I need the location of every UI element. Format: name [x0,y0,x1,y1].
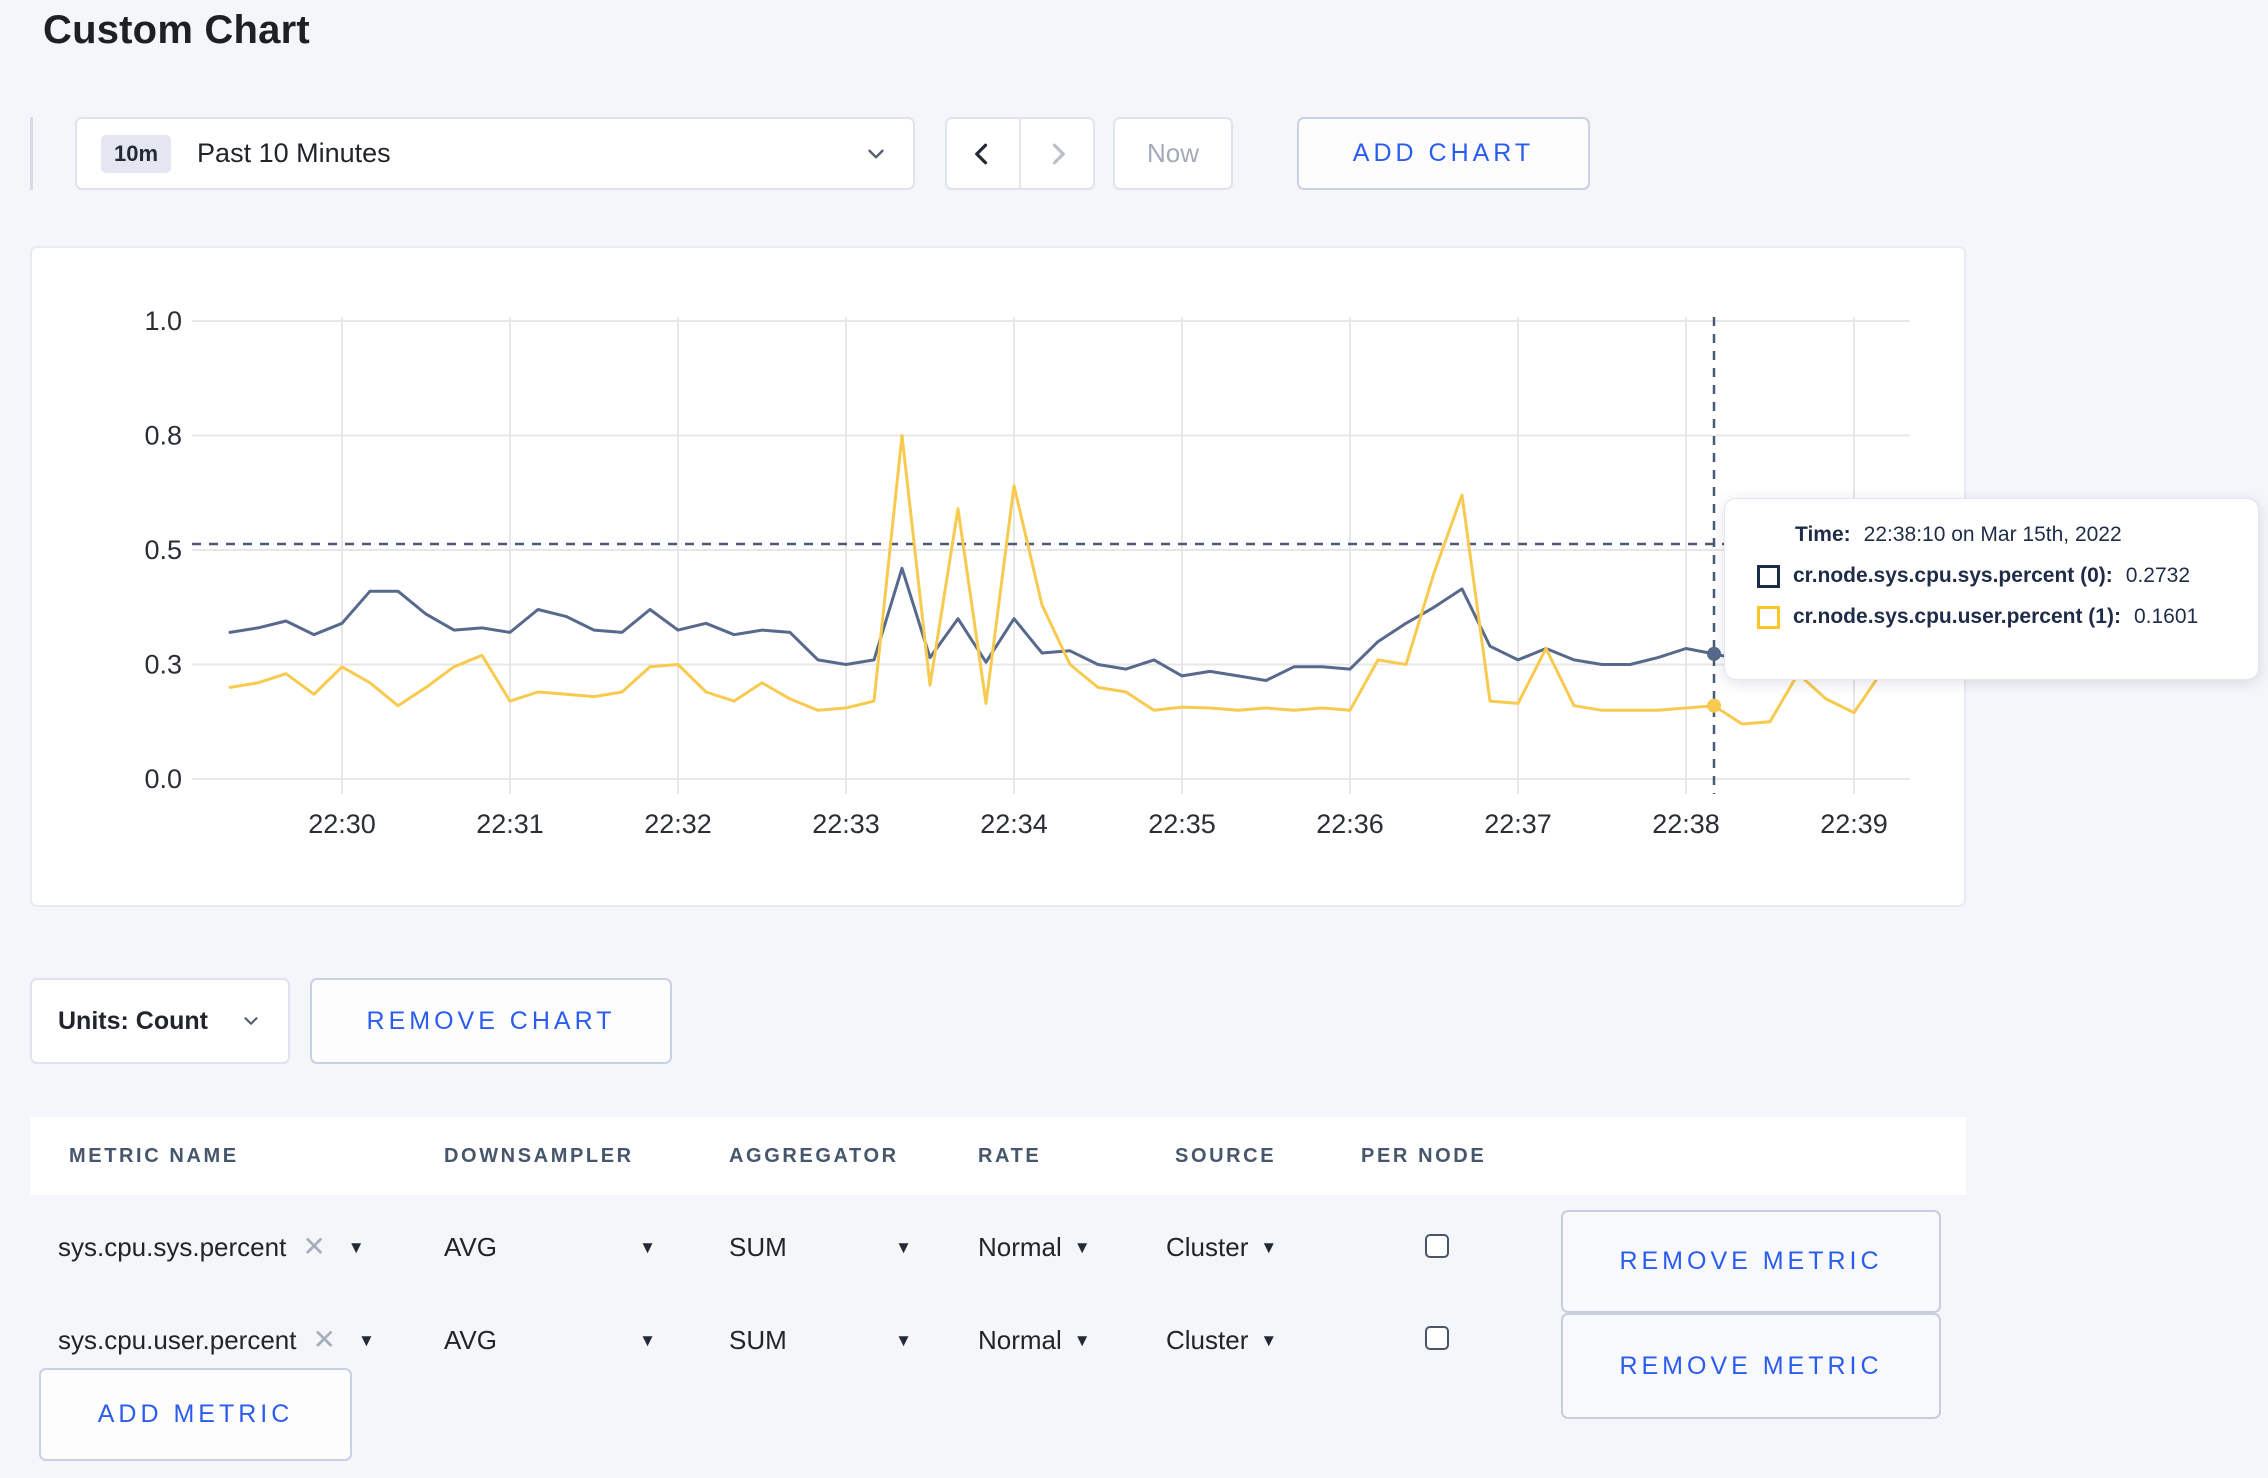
per-node-checkbox[interactable] [1425,1326,1449,1350]
col-header-aggregator: AGGREGATOR [729,1144,899,1167]
x-tick-label: 22:34 [980,809,1048,839]
aggregator-select[interactable]: SUM ▼ [729,1227,912,1267]
col-header-downsampler: DOWNSAMPLER [444,1144,634,1167]
now-button[interactable]: Now [1113,117,1233,190]
user-percent-line-series [228,434,1884,726]
caret-down-icon: ▼ [357,1330,375,1350]
rate-select[interactable]: Normal ▼ [978,1320,1091,1360]
add-chart-button[interactable]: ADD CHART [1297,117,1590,190]
downsampler-select[interactable]: AVG ▼ [444,1320,656,1360]
metric-name-select[interactable]: sys.cpu.user.percent ✕ ▼ [58,1320,375,1360]
metrics-table-header: METRIC NAME DOWNSAMPLER AGGREGATOR RATE … [30,1117,1966,1195]
chevron-down-icon [240,1010,262,1032]
tooltip-time-label: Time: [1795,523,1851,546]
caret-down-icon: ▼ [639,1330,656,1350]
tooltip-series-value: 0.1601 [2133,605,2199,628]
tooltip-series-label: cr.node.sys.cpu.sys.percent (0): [1793,564,2113,587]
rate-value: Normal [978,1231,1062,1262]
time-range-label: Past 10 Minutes [197,138,391,168]
sys-series-hover-dot [1707,646,1721,661]
y-tick-label: 0.5 [144,535,182,565]
close-icon[interactable]: ✕ [302,1233,325,1261]
sys-series-swatch-icon [1757,564,1780,588]
time-range-badge: 10m [101,134,172,173]
metrics-line-chart[interactable]: 0.0 0.3 0.5 0.8 1.0 22:30 22:31 22:32 22:33 22:34… [32,248,1964,905]
user-series-swatch-icon [1757,605,1780,629]
units-dropdown[interactable]: Units: Count [30,978,290,1064]
source-value: Cluster [1166,1324,1249,1355]
source-value: Cluster [1166,1231,1249,1262]
chevron-down-icon [863,141,889,167]
add-metric-button[interactable]: ADD METRIC [39,1368,352,1461]
caret-down-icon: ▼ [895,1330,912,1350]
tooltip-time-value: 22:38:10 on Mar 15th, 2022 [1863,523,2122,546]
metric-name-value: sys.cpu.user.percent [58,1324,297,1355]
aggregator-value: SUM [729,1231,787,1262]
x-tick-label: 22:35 [1148,809,1216,839]
metric-name-select[interactable]: sys.cpu.sys.percent ✕ ▼ [58,1227,365,1267]
per-node-checkbox[interactable] [1425,1234,1449,1258]
x-tick-label: 22:32 [644,809,712,839]
caret-down-icon: ▼ [1073,1237,1091,1257]
x-tick-label: 22:37 [1484,809,1552,839]
chart-tooltip: Time: 22:38:10 on Mar 15th, 2022 cr.node… [1724,498,2259,680]
x-tick-label: 22:30 [308,809,376,839]
caret-down-icon: ▼ [1260,1330,1278,1350]
x-tick-label: 22:39 [1820,809,1888,839]
units-label: Units: Count [58,1006,208,1035]
remove-metric-button[interactable]: REMOVE METRIC [1561,1313,1941,1419]
custom-chart-page: { "page_title": "Custom Chart", "toolbar… [0,0,2268,1478]
caret-down-icon: ▼ [1260,1237,1278,1257]
rate-select[interactable]: Normal ▼ [978,1227,1091,1267]
y-tick-label: 1.0 [144,306,182,336]
remove-chart-button[interactable]: REMOVE CHART [310,978,672,1064]
toolbar-left-divider [30,117,33,190]
downsampler-value: AVG [444,1231,497,1262]
x-tick-label: 22:38 [1652,809,1720,839]
close-icon[interactable]: ✕ [312,1326,335,1354]
user-series-hover-dot [1707,698,1721,713]
caret-down-icon: ▼ [639,1237,656,1257]
col-header-rate: RATE [978,1144,1042,1167]
time-window-arrows [945,117,1095,190]
time-range-dropdown[interactable]: 10m Past 10 Minutes [75,117,915,190]
y-tick-label: 0.0 [144,764,182,794]
caret-down-icon: ▼ [895,1237,912,1257]
next-time-window-button[interactable] [1021,119,1093,188]
x-tick-label: 22:31 [476,809,544,839]
tooltip-series-label: cr.node.sys.cpu.user.percent (1): [1793,605,2121,628]
source-select[interactable]: Cluster ▼ [1166,1227,1277,1267]
remove-metric-button[interactable]: REMOVE METRIC [1561,1210,1941,1313]
col-header-per-node: PER NODE [1361,1144,1487,1167]
aggregator-select[interactable]: SUM ▼ [729,1320,912,1360]
tooltip-series-value: 0.2732 [2125,564,2191,587]
caret-down-icon: ▼ [1073,1330,1091,1350]
y-tick-label: 0.8 [144,421,182,451]
rate-value: Normal [978,1324,1062,1355]
source-select[interactable]: Cluster ▼ [1166,1320,1277,1360]
prev-time-window-button[interactable] [947,119,1021,188]
x-tick-label: 22:33 [812,809,880,839]
chart-card: 0.0 0.3 0.5 0.8 1.0 22:30 22:31 22:32 22:33 22:34… [30,246,1966,907]
caret-down-icon: ▼ [347,1237,365,1257]
col-header-metric-name: METRIC NAME [69,1144,239,1167]
col-header-source: SOURCE [1175,1144,1277,1167]
downsampler-value: AVG [444,1324,497,1355]
metric-name-value: sys.cpu.sys.percent [58,1231,287,1262]
chevron-right-icon [1052,143,1065,164]
aggregator-value: SUM [729,1324,787,1355]
downsampler-select[interactable]: AVG ▼ [444,1227,656,1267]
chevron-left-icon [975,143,988,164]
x-tick-label: 22:36 [1316,809,1384,839]
y-tick-label: 0.3 [144,650,182,680]
page-title: Custom Chart [43,8,310,52]
